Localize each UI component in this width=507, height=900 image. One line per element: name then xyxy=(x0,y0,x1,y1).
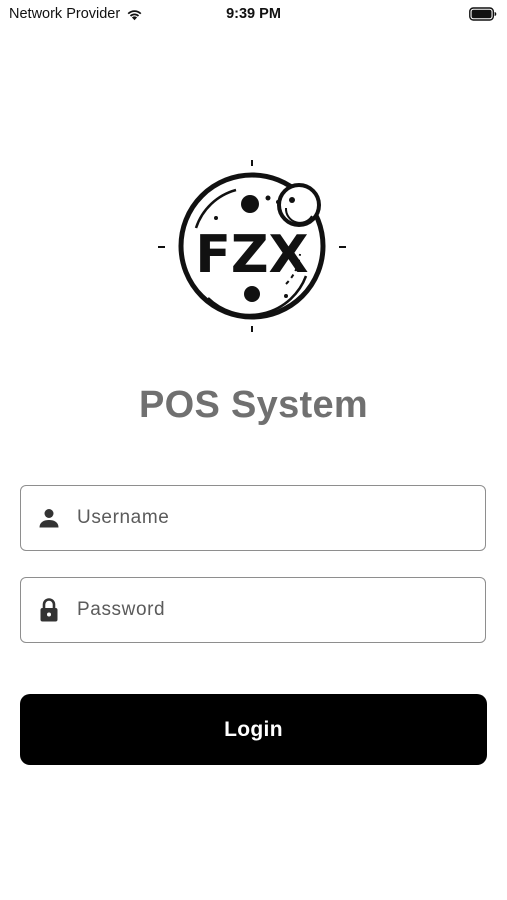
lock-icon xyxy=(38,598,60,622)
fzx-logo: FZX xyxy=(158,160,346,332)
password-input[interactable] xyxy=(77,599,437,621)
status-time: 9:39 PM xyxy=(226,6,281,22)
username-field[interactable] xyxy=(20,485,486,551)
login-button[interactable]: Login xyxy=(20,694,487,765)
logo-dot xyxy=(241,195,259,213)
page-title: POS System xyxy=(139,384,368,426)
status-bar: Network Provider 9:39 PM xyxy=(0,0,507,28)
logo-dot xyxy=(265,195,271,201)
logo-text: FZX xyxy=(195,225,308,285)
battery-icon xyxy=(469,7,497,21)
logo-dot xyxy=(244,286,260,302)
logo-dot xyxy=(289,197,295,203)
logo-dot xyxy=(214,216,218,220)
logo-dot xyxy=(284,294,288,298)
logo-moon xyxy=(277,183,321,227)
username-input[interactable] xyxy=(77,507,437,529)
password-field[interactable] xyxy=(20,577,486,643)
person-icon xyxy=(38,506,60,530)
